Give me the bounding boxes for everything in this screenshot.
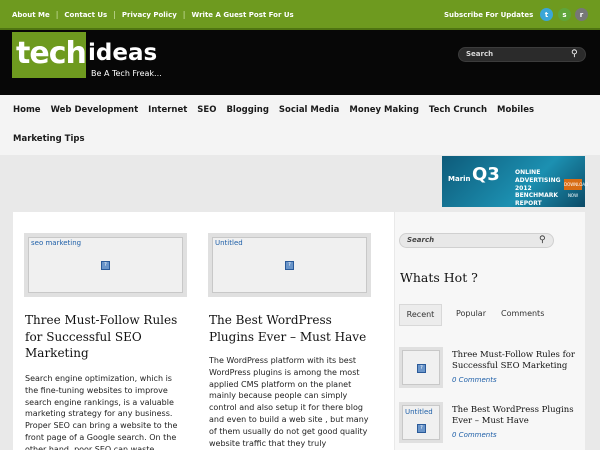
contact-us-link[interactable]: Contact Us bbox=[58, 11, 113, 19]
image-frame: seo marketing ? bbox=[28, 237, 183, 293]
nav-item-blogging[interactable]: Blogging bbox=[226, 105, 268, 115]
logo-ideas-text[interactable]: ideas bbox=[88, 40, 157, 66]
rss-icon[interactable]: r bbox=[575, 8, 588, 21]
nav-item-seo[interactable]: SEO bbox=[197, 105, 216, 115]
ad-download-button[interactable]: DOWNLOAD NOW bbox=[564, 179, 588, 198]
sidebar-item-thumbnail[interactable]: ? bbox=[399, 347, 443, 388]
post-excerpt: The WordPress platform with its best Wor… bbox=[209, 356, 369, 448]
sidebar: Search ⚲ Whats Hot ? Recent Popular Comm… bbox=[395, 212, 585, 450]
header-search-input[interactable]: Search ⚲ bbox=[458, 47, 586, 62]
ad-banner[interactable]: Marin Q3 ONLINE ADVERTISING 2012 BENCHMA… bbox=[442, 156, 588, 207]
nav-item-tech-crunch[interactable]: Tech Crunch bbox=[429, 105, 487, 115]
site-header: tech ideas Be A Tech Freak... Search ⚲ bbox=[0, 30, 600, 95]
top-bar: About Me | Contact Us | Privacy Policy |… bbox=[0, 0, 600, 30]
post-thumbnail[interactable]: seo marketing ? bbox=[24, 233, 187, 297]
nav-row: Marketing Tips bbox=[13, 134, 95, 144]
image-frame: Untitled ? bbox=[402, 405, 440, 440]
nav-item-marketing-tips[interactable]: Marketing Tips bbox=[13, 134, 85, 144]
broken-image-icon: ? bbox=[417, 364, 426, 373]
sidebar-item-comments[interactable]: 0 Comments bbox=[452, 431, 497, 439]
sidebar-item-thumbnail[interactable]: Untitled ? bbox=[399, 402, 443, 443]
image-alt-text: Untitled bbox=[405, 408, 433, 416]
nav-item-mobiles[interactable]: Mobiles bbox=[497, 105, 534, 115]
privacy-policy-link[interactable]: Privacy Policy bbox=[116, 11, 183, 19]
image-frame: Untitled ? bbox=[212, 237, 367, 293]
about-me-link[interactable]: About Me bbox=[6, 11, 56, 19]
main-nav: Home Web Development Internet SEO Bloggi… bbox=[0, 95, 600, 155]
image-alt-text: seo marketing bbox=[31, 239, 82, 247]
sidebar-item-comments[interactable]: 0 Comments bbox=[452, 376, 497, 384]
search-icon[interactable]: ⚲ bbox=[571, 49, 578, 59]
nav-row: Home Web Development Internet SEO Bloggi… bbox=[13, 105, 544, 115]
nav-item-money-making[interactable]: Money Making bbox=[349, 105, 419, 115]
post-thumbnail[interactable]: Untitled ? bbox=[208, 233, 371, 297]
ad-quarter: Q3 bbox=[472, 164, 500, 185]
logo-tech-text[interactable]: tech bbox=[16, 36, 87, 71]
image-frame: ? bbox=[402, 350, 440, 385]
post-list: seo marketing ? Three Must-Follow Rules … bbox=[13, 212, 394, 450]
top-links: About Me | Contact Us | Privacy Policy |… bbox=[6, 10, 300, 19]
sidebar-item-title[interactable]: Three Must-Follow Rules for Successful S… bbox=[452, 350, 582, 372]
sidebar-search-placeholder: Search bbox=[407, 236, 435, 244]
header-search-placeholder: Search bbox=[466, 50, 494, 58]
image-alt-text: Untitled bbox=[215, 239, 243, 247]
broken-image-icon: ? bbox=[417, 424, 426, 433]
broken-image-icon: ? bbox=[101, 261, 110, 270]
nav-item-home[interactable]: Home bbox=[13, 105, 41, 115]
post-title[interactable]: Three Must-Follow Rules for Successful S… bbox=[25, 312, 185, 362]
skype-icon[interactable]: s bbox=[558, 8, 571, 21]
subscribe-label: Subscribe For Updates bbox=[444, 11, 534, 19]
guest-post-link[interactable]: Write A Guest Post For Us bbox=[186, 11, 300, 19]
logo-tagline: Be A Tech Freak... bbox=[91, 69, 162, 78]
sidebar-search-input[interactable]: Search ⚲ bbox=[399, 233, 554, 248]
post-excerpt: Search engine optimization, which is the… bbox=[25, 374, 178, 450]
nav-item-social-media[interactable]: Social Media bbox=[279, 105, 339, 115]
broken-image-icon: ? bbox=[285, 261, 294, 270]
post-title[interactable]: The Best WordPress Plugins Ever – Must H… bbox=[209, 312, 374, 345]
tab-recent[interactable]: Recent bbox=[399, 304, 442, 326]
ad-brand: Marin bbox=[448, 175, 471, 183]
nav-item-web-development[interactable]: Web Development bbox=[51, 105, 139, 115]
tab-comments[interactable]: Comments bbox=[501, 304, 544, 326]
nav-item-internet[interactable]: Internet bbox=[148, 105, 187, 115]
search-icon[interactable]: ⚲ bbox=[539, 235, 546, 245]
tab-popular[interactable]: Popular bbox=[456, 304, 486, 326]
sidebar-item-title[interactable]: The Best WordPress Plugins Ever – Must H… bbox=[452, 405, 582, 427]
whats-hot-heading: Whats Hot ? bbox=[400, 270, 478, 285]
twitter-icon[interactable]: t bbox=[540, 8, 553, 21]
